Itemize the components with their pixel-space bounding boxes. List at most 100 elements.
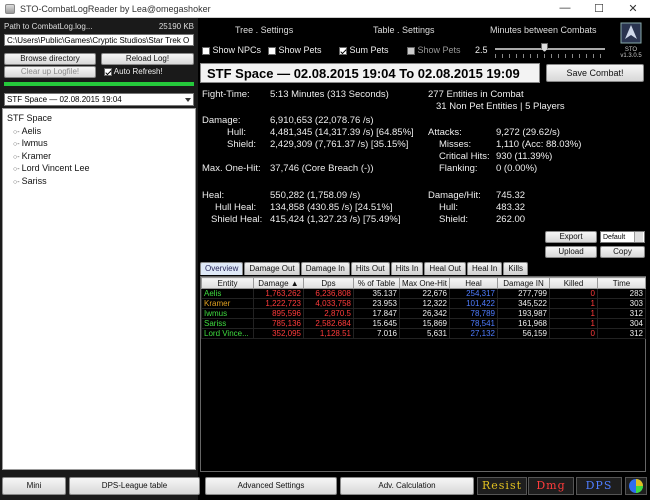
tab-damage-in[interactable]: Damage In — [300, 262, 350, 275]
minutes-slider-track[interactable] — [495, 48, 605, 50]
damage-hit-value: 745.32 — [496, 190, 526, 201]
heal-value: 550,282 (1,758.09 /s) — [270, 190, 361, 201]
table-cell: 283 — [597, 288, 646, 299]
auto-refresh-checkbox[interactable] — [104, 67, 112, 76]
table-row[interactable]: Iwmus 895,596 2,870.5 17.847 26,342 78,789 193… — [201, 308, 646, 319]
table-cell: 15,869 — [399, 318, 450, 329]
close-button[interactable]: ✕ — [616, 2, 650, 15]
shield-value: 2,429,309 (7,761.37 /s) [35.15%] — [270, 139, 409, 150]
hull-label: Hull: — [227, 127, 247, 138]
minutes-slider-thumb[interactable] — [541, 43, 548, 52]
table-cell: 0 — [549, 288, 598, 299]
entity-tree: STF Space Aelis Iwmus Kramer Lord Vincen… — [2, 108, 196, 470]
sum-pets-toggle[interactable]: Sum Pets — [339, 45, 389, 55]
tab-hits-out[interactable]: Hits Out — [350, 262, 390, 275]
entities-sub: 31 Non Pet Entities | 5 Players — [436, 101, 565, 112]
table-cell: 22,676 — [399, 288, 450, 299]
table-cell: 1 — [549, 298, 598, 309]
table-cell: 56,159 — [497, 328, 550, 339]
table-cell: 78,789 — [449, 308, 498, 319]
adv-calculation-button[interactable]: Adv. Calculation — [340, 477, 474, 495]
show-pets-tree-toggle[interactable]: Show Pets — [268, 45, 322, 55]
table-cell: 1 — [549, 318, 598, 329]
column-header[interactable]: Heal — [449, 277, 498, 289]
column-header[interactable]: % of Table — [353, 277, 400, 289]
column-header[interactable]: Entity — [201, 277, 254, 289]
tab-hits-in[interactable]: Hits In — [390, 262, 424, 275]
browse-directory-button[interactable]: Browse directory — [4, 53, 96, 65]
table-cell: 2,582.684 — [303, 318, 354, 329]
table-cell: 17.847 — [353, 308, 400, 319]
show-pets-table-checkbox[interactable] — [407, 46, 415, 55]
table-row[interactable]: Aelis 1,763,262 6,236,808 35.137 22,676 254,3… — [201, 288, 646, 299]
entities-count: 277 Entities in Combat — [428, 89, 524, 100]
damage-hit-label: Damage/Hit: — [428, 190, 481, 201]
hull-heal-value: 134,858 (430.85 /s) [24.51%] — [270, 202, 393, 213]
save-combat-button[interactable]: Save Combat! — [546, 64, 644, 82]
mini-button[interactable]: Mini — [2, 477, 66, 495]
table-row[interactable]: Kramer 1,222,723 4,033,758 23.953 12,322 101,… — [201, 298, 646, 309]
table-cell: 12,322 — [399, 298, 450, 309]
tree-item[interactable]: Sariss — [7, 175, 191, 188]
tab-heal-in[interactable]: Heal In — [467, 262, 503, 275]
tree-item[interactable]: Iwmus — [7, 137, 191, 150]
table-cell: 785,136 — [253, 318, 304, 329]
table-cell: 895,596 — [253, 308, 304, 319]
table-cell: 1,763,262 — [253, 288, 304, 299]
export-format-select[interactable]: Default — [600, 231, 645, 243]
column-header[interactable]: Max One-Hit — [399, 277, 450, 289]
show-npcs-toggle[interactable]: Show NPCs — [202, 45, 261, 55]
app-icon — [5, 3, 15, 14]
sum-pets-checkbox[interactable] — [339, 46, 347, 55]
misses-label: Misses: — [439, 139, 472, 150]
upload-button[interactable]: Upload — [545, 246, 597, 258]
tab-heal-out[interactable]: Heal Out — [424, 262, 466, 275]
chevron-down-icon[interactable] — [185, 98, 191, 102]
show-npcs-checkbox[interactable] — [202, 46, 210, 55]
attacks-value: 9,272 (29.62/s) — [496, 127, 560, 138]
column-header[interactable]: Killed — [549, 277, 598, 289]
tab-kills[interactable]: Kills — [503, 262, 529, 275]
export-format-value: Default — [603, 234, 626, 241]
fight-time-value: 5:13 Minutes (313 Seconds) — [270, 89, 389, 100]
column-header[interactable]: Damage IN — [497, 277, 550, 289]
table-cell: 1 — [549, 308, 598, 319]
chevron-down-icon[interactable] — [634, 232, 643, 242]
resist-button[interactable]: Resist — [477, 477, 527, 495]
tab-overview[interactable]: Overview — [200, 262, 244, 275]
table-cell: 7.016 — [353, 328, 400, 339]
clear-logfile-button[interactable]: Clear up Logfile! — [4, 66, 96, 78]
tree-settings-label: Tree . Settings — [235, 25, 294, 35]
shield-label: Shield: — [227, 139, 257, 150]
column-header[interactable]: Dps — [303, 277, 354, 289]
maximize-button[interactable]: ☐ — [582, 2, 616, 15]
column-header[interactable]: Damage ▲ — [253, 277, 304, 289]
table-header-row: Entity Damage ▲ Dps % of Table Max One-H… — [201, 277, 646, 289]
tree-item[interactable]: Kramer — [7, 150, 191, 163]
advanced-settings-button[interactable]: Advanced Settings — [205, 477, 337, 495]
dps-league-button[interactable]: DPS-League table — [69, 477, 200, 495]
auto-refresh-toggle[interactable]: Auto Refresh! — [104, 67, 163, 76]
path-label: Path to CombatLog.log... — [4, 22, 93, 31]
show-pets-table-toggle[interactable]: Show Pets — [407, 45, 461, 55]
minimize-button[interactable]: — — [548, 2, 582, 15]
damage-hit-shield-value: 262.00 — [496, 214, 526, 225]
show-pets-tree-checkbox[interactable] — [268, 46, 276, 55]
table-row[interactable]: Lord Vince... 352,095 1,128.51 7.016 5,631 27… — [201, 328, 646, 339]
path-input[interactable]: C:\Users\Public\Games\Cryptic Studios\St… — [4, 34, 194, 46]
reload-log-button[interactable]: Reload Log! — [101, 53, 194, 65]
pie-chart-button[interactable] — [625, 477, 647, 495]
misses-value: 1,110 (Acc: 88.03%) — [496, 139, 582, 150]
tree-item[interactable]: Aelis — [7, 125, 191, 138]
tree-item[interactable]: Lord Vincent Lee — [7, 162, 191, 175]
dps-button[interactable]: DPS — [576, 477, 622, 495]
table-cell: 161,968 — [497, 318, 550, 329]
tree-root[interactable]: STF Space — [7, 112, 191, 125]
export-button[interactable]: Export — [545, 231, 597, 243]
copy-button[interactable]: Copy — [600, 246, 645, 258]
dmg-button[interactable]: Dmg — [528, 477, 574, 495]
table-row[interactable]: Sariss 785,136 2,582.684 15.645 15,869 78,541… — [201, 318, 646, 329]
column-header[interactable]: Time — [597, 277, 646, 289]
combat-select[interactable]: STF Space — 02.08.2015 19:04 — [4, 93, 194, 106]
tab-damage-out[interactable]: Damage Out — [244, 262, 300, 275]
